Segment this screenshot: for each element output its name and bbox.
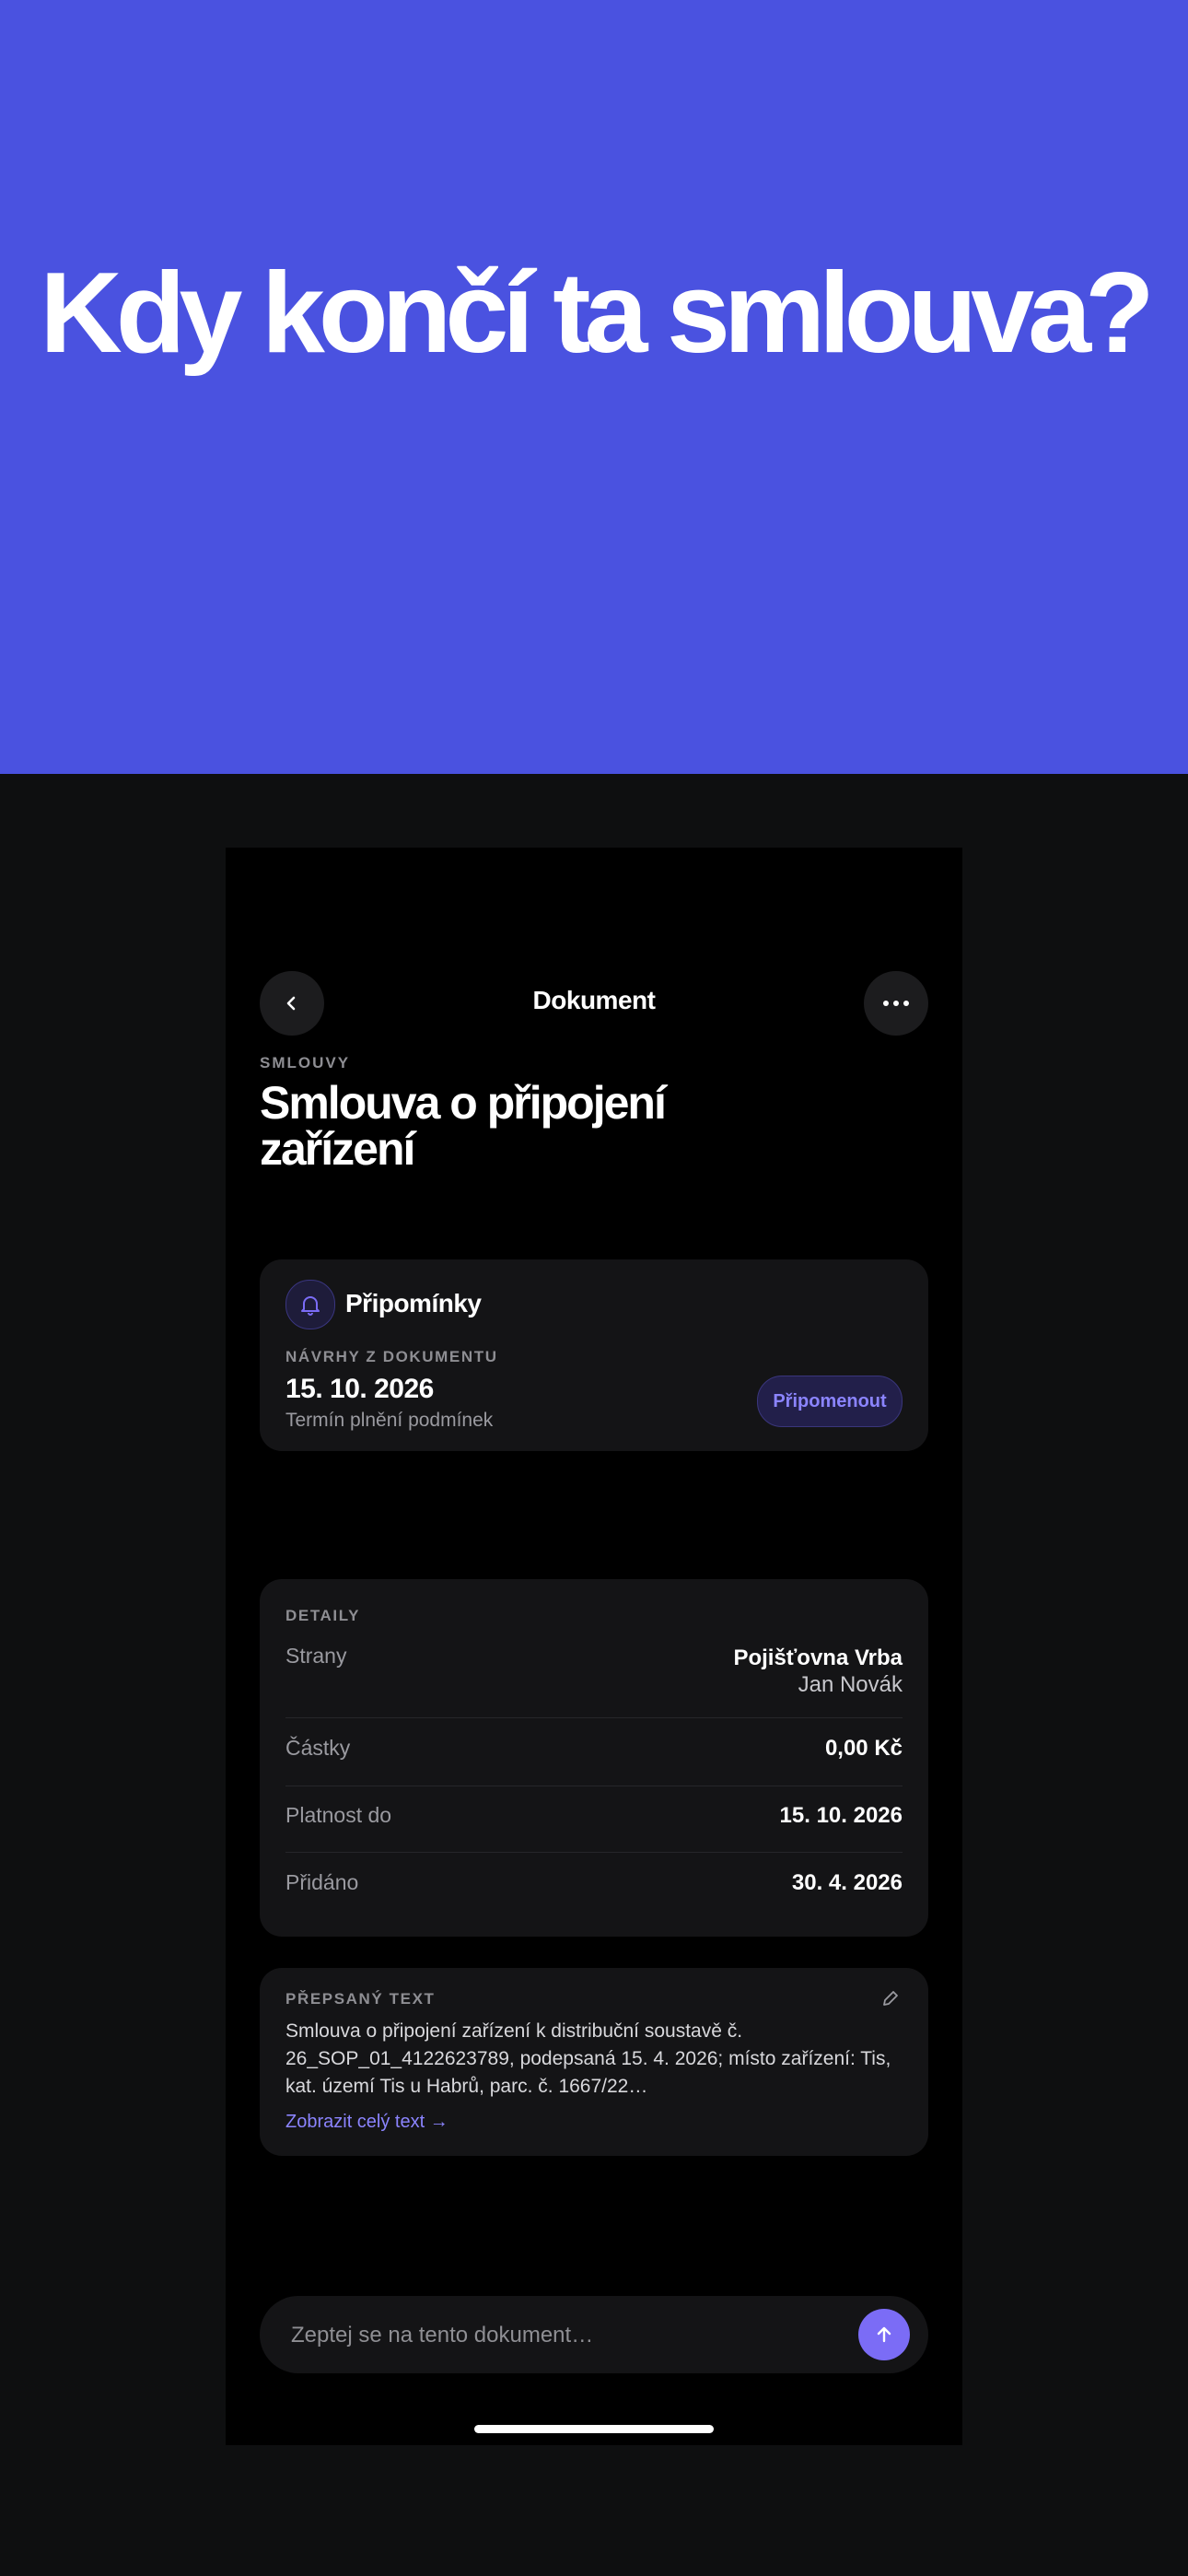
chat-input[interactable] <box>289 2316 836 2355</box>
reminders-subtitle: NÁVRHY Z DOKUMENTU <box>285 1348 498 1365</box>
more-horizontal-icon <box>883 1001 909 1006</box>
hero-banner: Kdy končí ta smlouva? <box>0 0 1188 774</box>
party-secondary: Jan Novák <box>798 1672 903 1697</box>
send-button[interactable] <box>858 2309 910 2360</box>
transcript-text: Smlouva o připojení zařízení k distribuč… <box>285 2020 891 2097</box>
details-row-added: Přidáno 30. 4. 2026 <box>285 1870 903 1902</box>
document-category: SMLOUVY <box>260 1054 351 1071</box>
details-title: DETAILY <box>285 1607 361 1624</box>
document-title: Smlouva o připojení zařízení <box>260 1077 667 1175</box>
transcript-card: PŘEPSANÝ TEXT Smlouva o připojení zaříze… <box>260 1968 928 2156</box>
added-value: 30. 4. 2026 <box>791 1870 903 1895</box>
added-label: Přidáno <box>285 1870 359 1894</box>
details-row-amount: Částky 0,00 Kč <box>285 1736 903 1767</box>
reminder-date: 15. 10. 2026 <box>285 1374 434 1404</box>
details-row-valid-until: Platnost do 15. 10. 2026 <box>285 1803 903 1834</box>
show-full-text-link[interactable]: Zobrazit celý text → <box>285 2112 448 2133</box>
parties-label: Strany <box>285 1644 347 1668</box>
divider <box>285 1717 903 1718</box>
more-button[interactable] <box>864 971 928 1036</box>
phone-screen: Dokument SMLOUVY Smlouva o připojení zař… <box>226 848 962 2445</box>
valid-until-value: 15. 10. 2026 <box>779 1803 903 1828</box>
reminders-title: Připomínky <box>345 1289 482 1317</box>
details-card: DETAILY Strany Pojišťovna Vrba Jan Novák… <box>260 1579 928 1937</box>
details-row-parties: Strany Pojišťovna Vrba Jan Novák <box>285 1642 903 1697</box>
edit-transcript-button[interactable] <box>880 1988 903 2010</box>
reminder-description: Termín plnění podmínek <box>285 1410 494 1431</box>
amount-value: 0,00 Kč <box>824 1736 903 1761</box>
chat-input-bar <box>260 2296 928 2373</box>
page-title: Dokument <box>532 986 656 1014</box>
amount-label: Částky <box>285 1736 351 1760</box>
divider <box>285 1852 903 1853</box>
bell-icon-badge <box>285 1280 335 1329</box>
arrow-up-icon <box>877 2326 891 2343</box>
bell-icon <box>301 1296 320 1316</box>
valid-until-label: Platnost do <box>285 1803 392 1827</box>
remind-button[interactable]: Připomenout <box>757 1376 903 1427</box>
hero-title: Kdy končí ta smlouva? <box>40 250 1155 377</box>
reminders-card: Připomínky NÁVRHY Z DOKUMENTU 15. 10. 20… <box>260 1259 928 1451</box>
pencil-icon <box>883 1991 898 2006</box>
party-primary: Pojišťovna Vrba <box>733 1645 903 1670</box>
home-indicator <box>474 2425 714 2433</box>
transcript-title: PŘEPSANÝ TEXT <box>285 1990 436 2008</box>
